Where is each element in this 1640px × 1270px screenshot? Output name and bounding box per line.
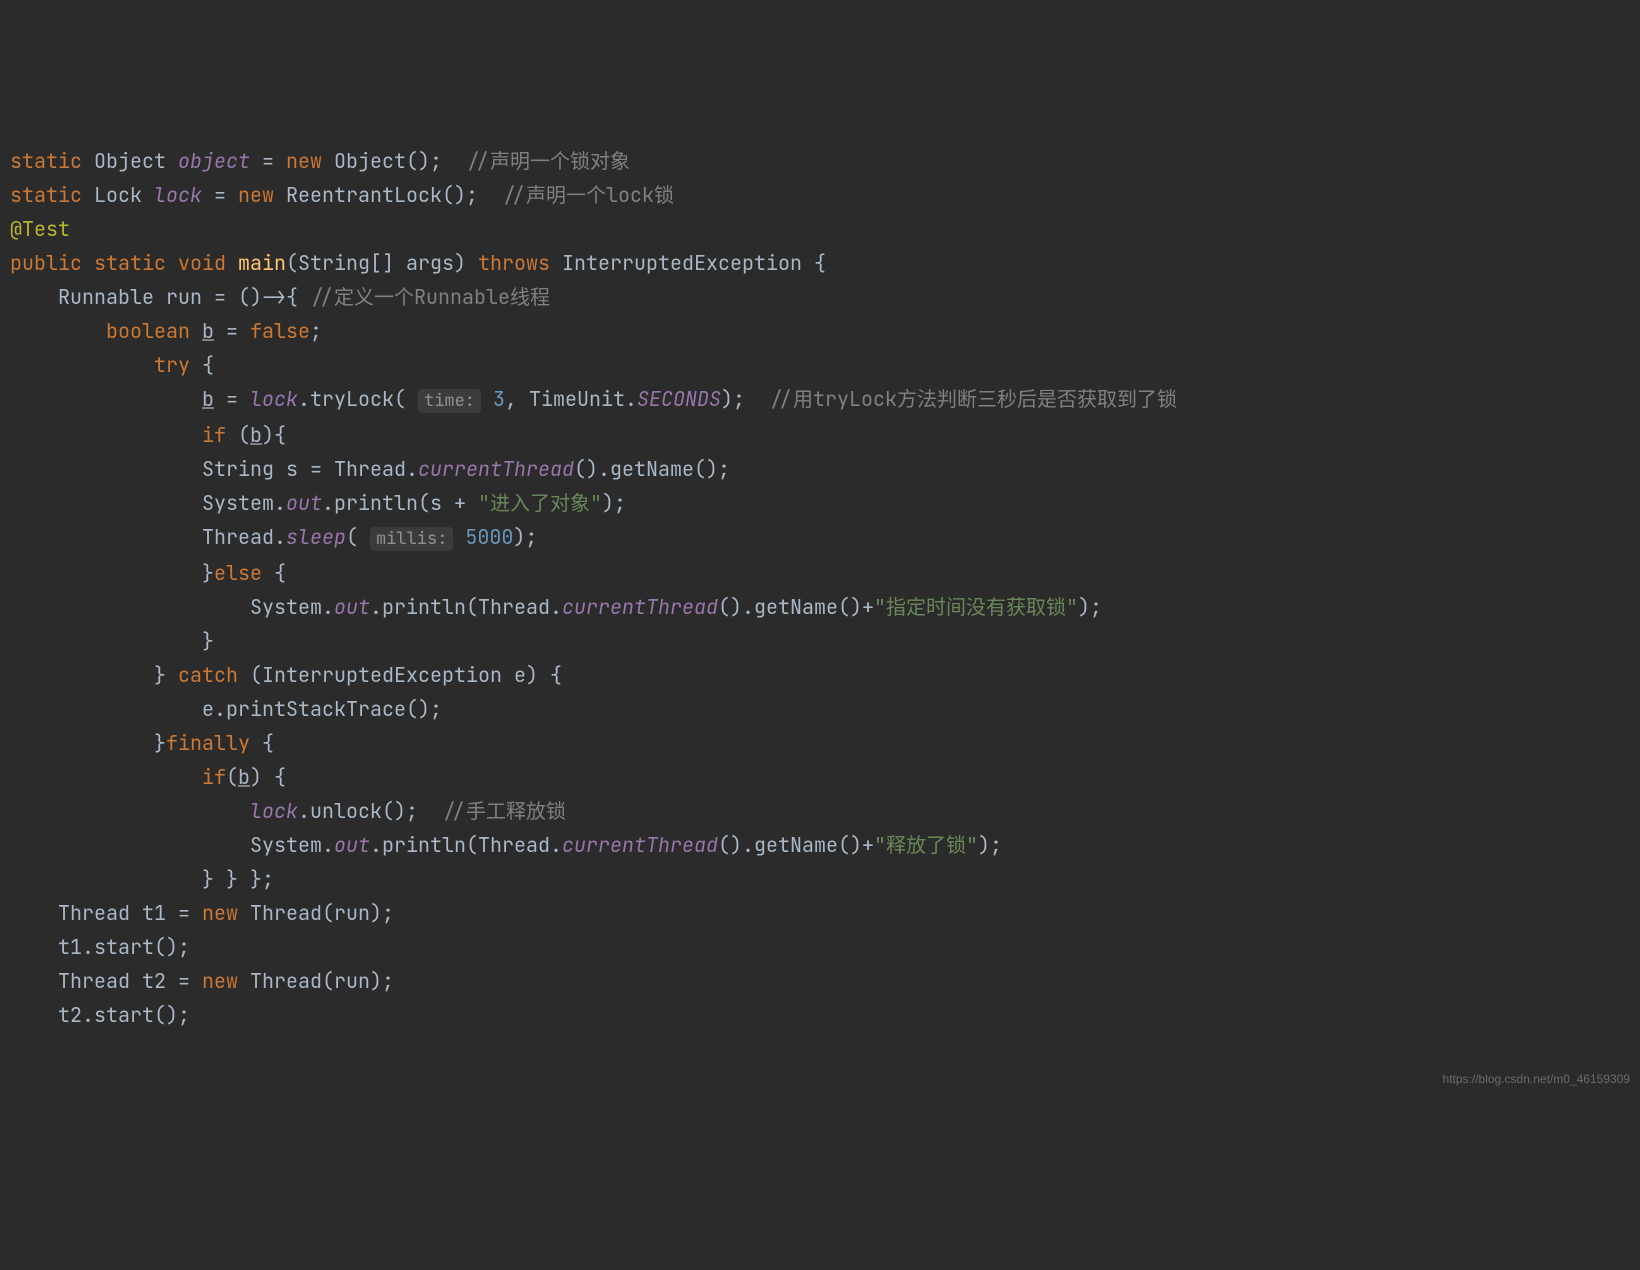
string-literal: "释放了锁" bbox=[874, 832, 978, 858]
type-lock: Lock bbox=[94, 182, 142, 208]
comment: //声明一个lock锁 bbox=[502, 182, 674, 208]
keyword-new: new bbox=[202, 968, 238, 994]
keyword-else: else bbox=[214, 560, 262, 586]
type-object: Object bbox=[94, 148, 166, 174]
keyword-try: try bbox=[154, 352, 190, 378]
string-literal: "进入了对象" bbox=[478, 490, 602, 516]
var-b: b bbox=[202, 386, 214, 412]
field-out: out bbox=[286, 490, 322, 516]
code-line: lock.unlock(); //手工释放锁 bbox=[10, 798, 566, 824]
code-line: e.printStackTrace(); bbox=[10, 696, 442, 722]
code-line: public static void main(String[] args) t… bbox=[10, 250, 826, 276]
comment: //用tryLock方法判断三秒后是否获取到了锁 bbox=[769, 386, 1177, 412]
keyword-boolean: boolean bbox=[106, 318, 190, 344]
annotation-test: @Test bbox=[10, 216, 70, 242]
keyword-static: static bbox=[10, 148, 82, 174]
comment: //手工释放锁 bbox=[442, 798, 566, 824]
code-line: System.out.println(Thread.currentThread(… bbox=[10, 832, 1002, 858]
code-line: Thread t1 = new Thread(run); bbox=[10, 900, 394, 926]
comment: //声明一个锁对象 bbox=[466, 148, 630, 174]
number-3: 3 bbox=[481, 386, 505, 412]
keyword-static: static bbox=[10, 182, 82, 208]
code-line: }else { bbox=[10, 560, 286, 586]
var-b: b bbox=[250, 422, 262, 448]
keyword-if: if bbox=[202, 764, 226, 790]
number-5000: 5000 bbox=[453, 524, 513, 550]
keyword-if: if bbox=[202, 422, 226, 448]
keyword-new: new bbox=[202, 900, 238, 926]
field-out: out bbox=[334, 832, 370, 858]
code-line: } catch (InterruptedException e) { bbox=[10, 662, 562, 688]
var-b: b bbox=[202, 318, 214, 344]
code-line: }finally { bbox=[10, 730, 274, 756]
code-line: boolean b = false; bbox=[10, 318, 322, 344]
keyword-modifiers: public static void bbox=[10, 250, 226, 276]
field-object: object bbox=[178, 148, 250, 174]
method-sleep: sleep bbox=[286, 524, 346, 550]
keyword-false: false bbox=[250, 318, 310, 344]
code-line: if (b){ bbox=[10, 422, 286, 448]
code-line: try { bbox=[10, 352, 214, 378]
keyword-finally: finally bbox=[166, 730, 250, 756]
code-line: } bbox=[10, 628, 214, 654]
code-line: if(b) { bbox=[10, 764, 286, 790]
comment: //定义一个Runnable线程 bbox=[310, 284, 550, 310]
keyword-throws: throws bbox=[478, 250, 550, 276]
code-line: t2.start(); bbox=[10, 1002, 190, 1028]
code-line: String s = Thread.currentThread().getNam… bbox=[10, 456, 730, 482]
keyword-new: new bbox=[238, 182, 274, 208]
var-b: b bbox=[238, 764, 250, 790]
code-line: Runnable run = ()->{ //定义一个Runnable线程 bbox=[10, 284, 550, 310]
field-lock: lock bbox=[250, 386, 298, 412]
code-line: Thread t2 = new Thread(run); bbox=[10, 968, 394, 994]
string-literal: "指定时间没有获取锁" bbox=[874, 594, 1078, 620]
param-hint-millis: millis: bbox=[370, 527, 453, 551]
code-line: static Object object = new Object(); //声… bbox=[10, 148, 630, 174]
code-line: System.out.println(Thread.currentThread(… bbox=[10, 594, 1102, 620]
field-lock: lock bbox=[250, 798, 298, 824]
param-hint-time: time: bbox=[418, 389, 481, 413]
method-currentThread: currentThread bbox=[562, 594, 718, 620]
keyword-catch: catch bbox=[178, 662, 238, 688]
code-editor[interactable]: static Object object = new Object(); //声… bbox=[10, 144, 1630, 1032]
method-currentThread: currentThread bbox=[418, 456, 574, 482]
keyword-new: new bbox=[286, 148, 322, 174]
code-line: t1.start(); bbox=[10, 934, 190, 960]
code-line: b = lock.tryLock( time: 3, TimeUnit.SECO… bbox=[10, 386, 1177, 412]
code-line: @Test bbox=[10, 216, 70, 242]
field-lock: lock bbox=[154, 182, 202, 208]
code-line: Thread.sleep( millis: 5000); bbox=[10, 524, 537, 550]
watermark: https://blog.csdn.net/m0_46159309 bbox=[1443, 1062, 1630, 1096]
code-line: } } }; bbox=[10, 866, 274, 892]
enum-seconds: SECONDS bbox=[637, 386, 721, 412]
code-line: System.out.println(s + "进入了对象"); bbox=[10, 490, 626, 516]
method-currentThread: currentThread bbox=[562, 832, 718, 858]
method-main: main bbox=[238, 250, 286, 276]
field-out: out bbox=[334, 594, 370, 620]
code-line: static Lock lock = new ReentrantLock(); … bbox=[10, 182, 674, 208]
